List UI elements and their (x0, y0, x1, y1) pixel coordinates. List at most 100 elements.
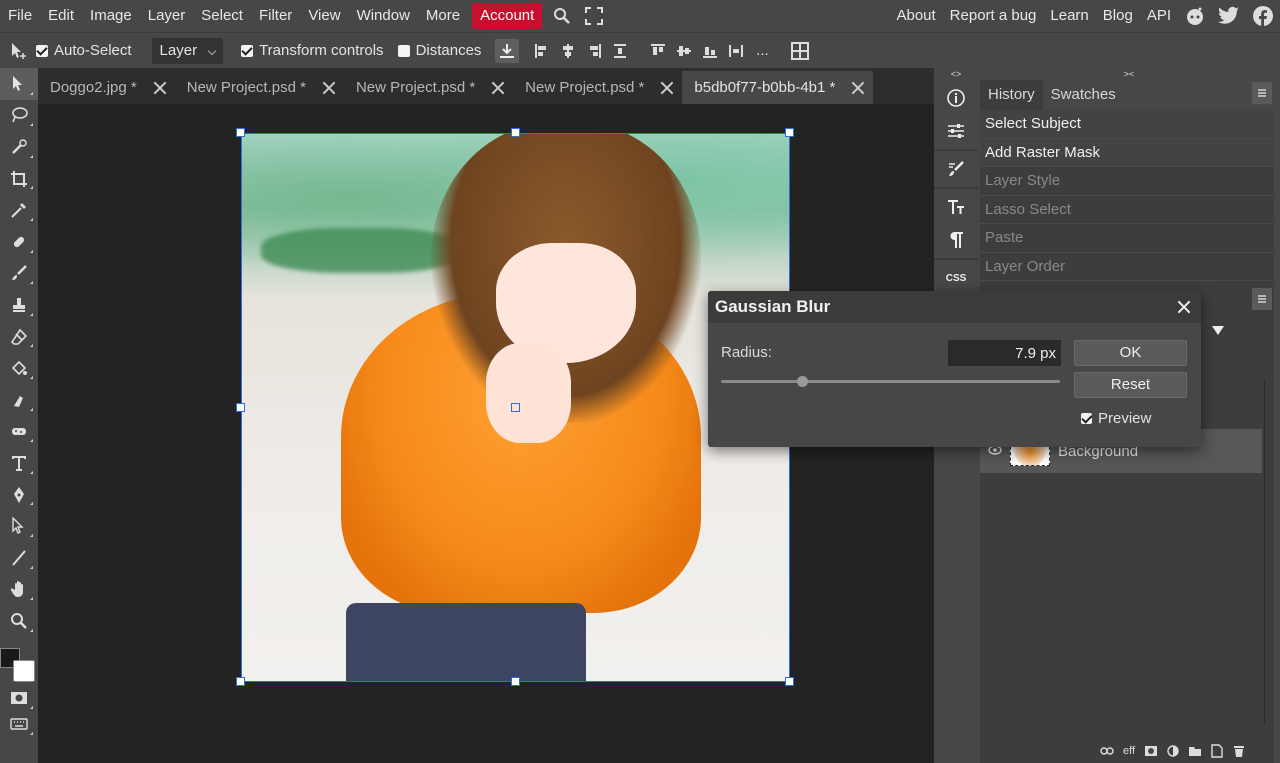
menu-file[interactable]: File (0, 0, 40, 32)
menu-layer[interactable]: Layer (140, 0, 194, 32)
menu-api[interactable]: API (1140, 0, 1178, 32)
paragraph-icon[interactable] (937, 225, 975, 255)
folder-icon[interactable] (1188, 744, 1202, 758)
tab-new-project-2[interactable]: New Project.psd * (343, 71, 514, 104)
crop-tool-button[interactable] (0, 163, 38, 195)
brush-settings-icon[interactable] (937, 154, 975, 184)
transform-controls-checkbox[interactable]: Transform controls (241, 42, 384, 59)
distribute-v-icon[interactable] (723, 33, 749, 69)
menu-report-bug[interactable]: Report a bug (943, 0, 1044, 32)
tab-swatches[interactable]: Swatches (1043, 80, 1124, 110)
align-top-icon[interactable] (645, 33, 671, 69)
search-icon[interactable] (546, 0, 578, 32)
paint-bucket-tool-button[interactable] (0, 352, 38, 384)
preview-checkbox[interactable]: Preview (1081, 410, 1151, 427)
close-icon[interactable] (851, 81, 865, 95)
line-tool-button[interactable] (0, 542, 38, 574)
adjustments-icon[interactable] (937, 116, 975, 146)
close-icon[interactable] (660, 81, 674, 95)
account-button[interactable]: Account (472, 3, 543, 29)
menu-image[interactable]: Image (82, 0, 140, 32)
fullscreen-icon[interactable] (578, 0, 610, 32)
menu-about[interactable]: About (889, 0, 942, 32)
new-layer-icon[interactable] (1210, 744, 1224, 758)
radius-slider-thumb[interactable] (797, 376, 809, 387)
tab-doggo2[interactable]: Doggo2.jpg * (38, 71, 175, 104)
menu-edit[interactable]: Edit (40, 0, 82, 32)
radius-slider[interactable] (721, 376, 1060, 387)
align-center-h-icon[interactable] (555, 33, 581, 69)
effects-icon[interactable]: eff (1122, 744, 1136, 758)
sponge-tool-button[interactable] (0, 416, 38, 448)
move-tool-icon[interactable] (0, 33, 36, 69)
path-select-tool-button[interactable] (0, 510, 38, 542)
menu-more[interactable]: More (418, 0, 468, 32)
dialog-header[interactable]: Gaussian Blur (708, 291, 1201, 323)
tab-new-project-3[interactable]: New Project.psd * (513, 71, 683, 104)
transform-handle[interactable] (785, 677, 794, 686)
clone-stamp-tool-button[interactable] (0, 289, 38, 321)
type-tool-button[interactable] (0, 447, 38, 479)
menu-window[interactable]: Window (349, 0, 418, 32)
move-tool-button[interactable] (0, 68, 38, 100)
download-icon[interactable] (495, 38, 520, 63)
mask-icon[interactable] (1144, 744, 1158, 758)
css-icon[interactable]: CSS (937, 263, 975, 293)
tab-new-project-1[interactable]: New Project.psd * (174, 71, 344, 104)
align-right-icon[interactable] (581, 33, 607, 69)
radius-input[interactable] (948, 340, 1061, 366)
eraser-tool-button[interactable] (0, 321, 38, 353)
twitter-icon[interactable] (1212, 0, 1246, 32)
ok-button[interactable]: OK (1074, 340, 1187, 366)
blend-mode-dropdown-arrow[interactable] (1212, 326, 1224, 335)
history-item[interactable]: Lasso Select (980, 195, 1274, 224)
history-item[interactable]: Layer Style (980, 167, 1274, 196)
quick-select-tool-button[interactable] (0, 131, 38, 163)
distribute-h-icon[interactable] (607, 33, 633, 69)
character-icon[interactable] (937, 192, 975, 222)
menu-filter[interactable]: Filter (251, 0, 300, 32)
menu-select[interactable]: Select (193, 0, 251, 32)
layers-scrollbar[interactable] (1264, 380, 1272, 725)
auto-select-checkbox[interactable]: Auto-Select (36, 42, 132, 59)
history-item[interactable]: Add Raster Mask (980, 138, 1274, 167)
panel-collapse-toggle[interactable]: >< (978, 68, 1280, 80)
info-icon[interactable] (937, 83, 975, 113)
distances-checkbox[interactable]: Distances (397, 42, 481, 59)
healing-tool-button[interactable] (0, 226, 38, 258)
menu-view[interactable]: View (300, 0, 348, 32)
grid-icon[interactable] (787, 33, 813, 69)
transform-handle[interactable] (511, 128, 520, 137)
menu-blog[interactable]: Blog (1096, 0, 1140, 32)
close-icon[interactable] (491, 81, 505, 95)
close-icon[interactable] (322, 81, 336, 95)
reddit-icon[interactable] (1178, 0, 1212, 32)
transform-handle[interactable] (511, 677, 520, 686)
keyboard-icon[interactable] (0, 708, 38, 740)
smudge-tool-button[interactable] (0, 384, 38, 416)
facebook-icon[interactable] (1246, 0, 1280, 32)
zoom-tool-button[interactable] (0, 605, 38, 637)
align-bottom-icon[interactable] (697, 33, 723, 69)
more-options-icon[interactable]: ... (749, 33, 775, 69)
trash-icon[interactable] (1232, 744, 1246, 758)
transform-center-handle[interactable] (511, 403, 520, 412)
brush-tool-button[interactable] (0, 258, 38, 290)
hand-tool-button[interactable] (0, 574, 38, 606)
tab-active-document[interactable]: b5db0f77-b0bb-4b1 * (682, 71, 874, 104)
lasso-tool-button[interactable] (0, 100, 38, 132)
close-icon[interactable] (1177, 300, 1191, 314)
link-icon[interactable] (1100, 744, 1114, 758)
strip-expand-toggle[interactable]: <> (934, 68, 978, 80)
transform-handle[interactable] (785, 128, 794, 137)
history-item[interactable]: Paste (980, 224, 1274, 253)
align-middle-v-icon[interactable] (671, 33, 697, 69)
close-icon[interactable] (153, 81, 167, 95)
pen-tool-button[interactable] (0, 479, 38, 511)
panel-menu-icon[interactable] (1252, 82, 1272, 104)
eyedropper-tool-button[interactable] (0, 194, 38, 226)
adjustment-layer-icon[interactable] (1166, 744, 1180, 758)
color-swatches[interactable] (0, 644, 38, 684)
auto-select-target-dropdown[interactable]: Layer (151, 37, 224, 64)
panel-menu-icon[interactable] (1252, 288, 1272, 310)
